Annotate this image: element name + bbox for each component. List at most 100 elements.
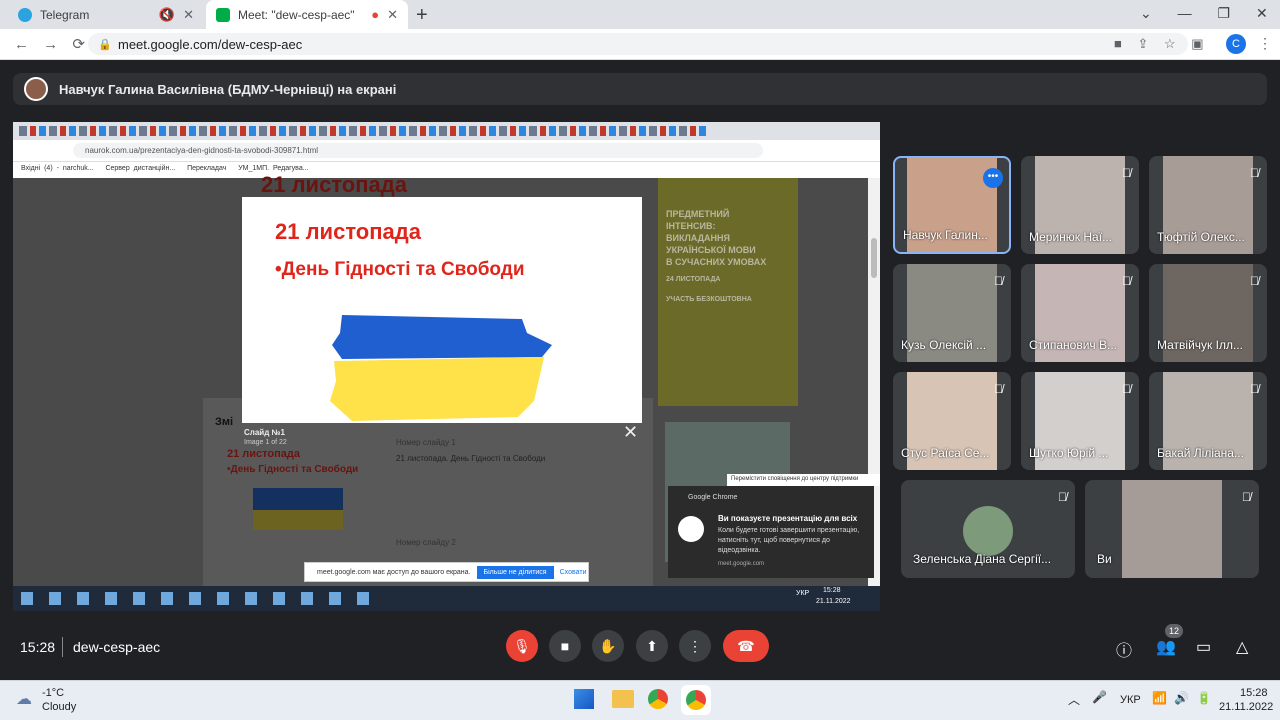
end-call-button[interactable]: ☎: [723, 630, 769, 662]
thumb-title: 21 листопада: [227, 448, 300, 460]
participant-tile[interactable]: 🎙̸ Меринюк Наї...: [1021, 156, 1139, 254]
notification-app: Google Chrome: [688, 494, 738, 501]
toolbar-icons[interactable]: ■ ⇪ ☆ ▣: [1114, 36, 1204, 52]
shared-bookmarks: Вхідні (4) - narchuk... Сервер дистанцій…: [13, 162, 880, 178]
activities-icon[interactable]: △: [1236, 637, 1248, 657]
notification-body: Коли будете готові завершити презентацію…: [718, 527, 860, 554]
participant-tile[interactable]: 🎙̸ Кузь Олексій ...: [893, 264, 1011, 362]
presenter-label: Навчук Галина Василівна (БДМУ-Чернівці) …: [59, 81, 397, 97]
close-lightbox-icon[interactable]: ✕: [623, 422, 638, 443]
chrome-profile-app[interactable]: [681, 685, 711, 715]
ad-date: 24 ЛИСТОПАДА: [666, 276, 721, 283]
new-tab-button[interactable]: +: [416, 4, 428, 27]
page-heading: 21 листопада: [261, 172, 407, 197]
camera-icon: ■: [560, 638, 570, 654]
mic-off-icon: 🎙: [513, 637, 531, 654]
camera-toggle-button[interactable]: ■: [549, 630, 581, 662]
tray-chevron-icon[interactable]: ︿: [1068, 691, 1080, 708]
tray-icons[interactable]: 📶 🔊 🔋: [1152, 691, 1212, 705]
mic-off-icon: 🎙̸: [1122, 382, 1131, 396]
tooltip: Перемістити сповіщення до центру підтрим…: [727, 474, 880, 486]
file-explorer-icon[interactable]: [612, 690, 634, 708]
more-options-button[interactable]: ⋮: [679, 630, 711, 662]
participant-tile[interactable]: 🎙̸ Зеленська Діана Сергії...: [901, 480, 1075, 578]
participant-name: Матвійчук Ілл...: [1157, 338, 1243, 352]
ad-text: ІНТЕНСИВ:: [666, 221, 716, 231]
mic-off-icon: 🎙̸: [1242, 490, 1251, 504]
shared-taskbar-icons: [21, 592, 381, 605]
participant-name: Навчук Галин...: [903, 228, 988, 242]
chrome-icon[interactable]: [648, 689, 668, 709]
participant-tile[interactable]: 🎙̸ Стус Раїса Се...: [893, 372, 1011, 470]
shared-tab-strip: [13, 122, 880, 140]
participant-tile[interactable]: 🎙̸ Стипанович В...: [1021, 264, 1139, 362]
mic-toggle-button[interactable]: 🎙: [506, 630, 538, 662]
recording-icon: ●: [371, 7, 380, 22]
participant-name: Кузь Олексій ...: [901, 338, 987, 352]
tab-label: Telegram: [40, 7, 90, 22]
participant-tile[interactable]: 🎙̸ Тюфтій Олекс...: [1149, 156, 1267, 254]
thumb-flag-yellow: [253, 510, 343, 530]
participant-name: Шутко Юрій ...: [1029, 446, 1109, 460]
participant-tile[interactable]: 🎙̸ Бакай Ліліана...: [1149, 372, 1267, 470]
participant-tile-self[interactable]: 🎙̸ Ви: [1085, 480, 1259, 578]
mic-off-icon: 🎙̸: [1122, 166, 1131, 180]
tab-meet[interactable]: Meet: "dew-cesp-aec" ● ✕: [206, 0, 408, 29]
window-controls[interactable]: ⌄ — ❐ ✕: [1140, 5, 1268, 22]
mute-icon[interactable]: 🔇: [159, 7, 175, 23]
address-bar[interactable]: 🔒 meet.google.com/dew-cesp-aec: [88, 33, 1188, 55]
shared-screen: naurok.com.ua/prezentaciya-den-gidnosti-…: [13, 122, 880, 611]
tray-lang[interactable]: УКР: [1120, 694, 1141, 706]
slide-count: Image 1 of 22: [244, 439, 287, 446]
participant-name: Стус Раїса Се...: [901, 446, 990, 460]
raise-hand-button[interactable]: ✋: [592, 630, 624, 662]
list-item-text: 21 листопада. День Гідності та Свободи: [396, 454, 546, 463]
tray-time[interactable]: 15:28: [1240, 687, 1268, 699]
menu-icon[interactable]: ⋮: [1258, 35, 1272, 52]
tray-date[interactable]: 21.11.2022: [1219, 701, 1273, 713]
present-button[interactable]: ⬆: [636, 630, 668, 662]
ad-text: ВИКЛАДАННЯ: [666, 233, 730, 243]
presenter-avatar: [24, 77, 48, 101]
meet-icon: [216, 7, 230, 22]
close-icon[interactable]: ✕: [183, 7, 194, 23]
ukraine-flag-brush: [330, 315, 552, 421]
nav-buttons[interactable]: ← → ⟳: [14, 35, 85, 53]
mic-off-icon: 🎙̸: [1250, 382, 1259, 396]
meet-logo-icon: [678, 516, 704, 542]
participant-tile[interactable]: 🎙̸ Шутко Юрій ...: [1021, 372, 1139, 470]
cloud-icon: ☁: [16, 691, 32, 708]
people-icon[interactable]: 👥: [1156, 637, 1176, 657]
chat-icon[interactable]: ▭: [1196, 637, 1211, 657]
tab-telegram[interactable]: Telegram 🔇 ✕: [8, 0, 204, 29]
mic-off-icon: 🎙̸: [1250, 274, 1259, 288]
bookmark: УМ_1МП. Редагува...: [238, 165, 309, 172]
slide-image: 21 листопада •День Гідності та Свободи: [242, 197, 642, 423]
close-icon[interactable]: ✕: [387, 7, 398, 23]
chrome-notification[interactable]: Google Chrome Ви показуєте презентацію д…: [668, 486, 874, 578]
slide-caption: Слайд №1: [244, 428, 285, 437]
participant-tile[interactable]: ••• Навчук Галин...: [893, 156, 1011, 254]
participant-name: Ви: [1097, 552, 1112, 566]
meeting-time: 15:28: [20, 639, 56, 655]
url-text: meet.google.com/dew-cesp-aec: [118, 36, 303, 52]
ad-banner[interactable]: ПРЕДМЕТНИЙ ІНТЕНСИВ: ВИКЛАДАННЯ УКРАЇНСЬ…: [658, 178, 798, 406]
inner-time: 15:28: [823, 587, 841, 594]
thumb-subtitle: •День Гідності та Свободи: [227, 464, 359, 475]
stop-sharing-button[interactable]: Більше не ділитися: [476, 565, 554, 579]
start-button[interactable]: [574, 689, 594, 709]
mic-off-icon: 🎙̸: [1250, 166, 1259, 180]
profile-avatar[interactable]: C: [1226, 34, 1246, 54]
mic-off-icon: 🎙̸: [994, 382, 1003, 396]
hide-button[interactable]: Сховати: [560, 569, 587, 576]
ad-text: УКРАЇНСЬКОЇ МОВИ: [666, 245, 756, 255]
shared-tab-favicons: [19, 126, 709, 136]
telegram-icon: [18, 7, 32, 22]
mic-tray-icon[interactable]: 🎤: [1092, 690, 1107, 704]
more-options-icon[interactable]: •••: [983, 168, 1003, 188]
people-count-badge: 12: [1165, 624, 1183, 638]
participant-tile[interactable]: 🎙̸ Матвійчук Ілл...: [1149, 264, 1267, 362]
sharing-notice: meet.google.com має доступ до вашого екр…: [304, 562, 589, 582]
windows-taskbar: [0, 680, 1280, 720]
info-icon[interactable]: ⓘ: [1116, 637, 1132, 661]
